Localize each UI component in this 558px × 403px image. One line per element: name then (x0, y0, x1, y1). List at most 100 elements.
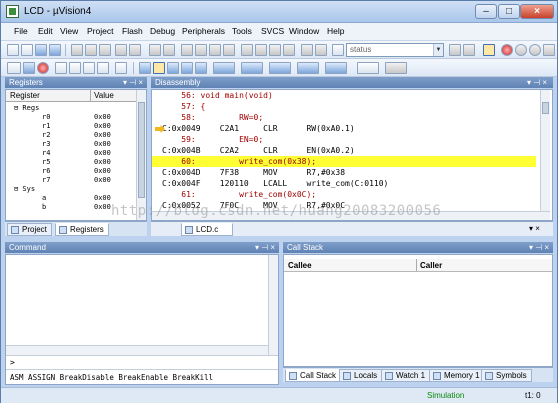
editor-tab-menu-icon[interactable]: ▾ × (529, 224, 540, 233)
register-row[interactable]: r1 0x00 (6, 122, 134, 131)
memory-window-icon[interactable] (241, 62, 263, 74)
step-out-icon[interactable] (83, 62, 95, 74)
register-row[interactable]: r0 0x00 (6, 113, 134, 122)
find-icon[interactable] (332, 44, 344, 56)
command-hscrollbar[interactable] (6, 345, 268, 355)
close-button[interactable]: × (520, 4, 554, 19)
menu-help[interactable]: Help (327, 26, 344, 36)
save-all-icon[interactable] (49, 44, 61, 56)
pin-icon[interactable]: ▾ ⊣ × (255, 242, 275, 253)
asm-line[interactable]: C:0x004B C2A2 CLR EN(0xA0.2) (152, 145, 536, 156)
cut-icon[interactable] (71, 44, 83, 56)
stop-icon[interactable] (37, 62, 49, 74)
source-line[interactable]: 57: { (152, 101, 536, 112)
maximize-button[interactable]: □ (498, 4, 520, 19)
outdent-icon[interactable] (255, 44, 267, 56)
menu-debug[interactable]: Debug (150, 26, 175, 36)
register-row[interactable]: r7 0x00 (6, 176, 134, 185)
command-input[interactable]: > (6, 355, 278, 369)
nav-forward-icon[interactable] (163, 44, 175, 56)
register-row[interactable]: r2 0x00 (6, 131, 134, 140)
register-row[interactable]: ⊟ Regs (6, 104, 134, 113)
analysis-window-icon[interactable] (297, 62, 319, 74)
callee-column-header[interactable]: Callee (288, 261, 312, 270)
source-line[interactable]: 59: EN=0; (152, 134, 536, 145)
comment-icon[interactable] (269, 44, 281, 56)
menu-svcs[interactable]: SVCS (261, 26, 284, 36)
step-over-icon[interactable] (69, 62, 81, 74)
tab-memory-1[interactable]: Memory 1 (429, 369, 485, 382)
bookmark-clear-icon[interactable] (223, 44, 235, 56)
caller-column-header[interactable]: Caller (416, 259, 442, 271)
asm-line[interactable]: C:0x0049 C2A1 CLR RW(0xA0.1) (152, 123, 536, 134)
bookmark-prev-icon[interactable] (195, 44, 207, 56)
menu-window[interactable]: Window (289, 26, 319, 36)
scrollbar-thumb[interactable] (542, 102, 549, 114)
pin-icon[interactable]: ▾ ⊣ × (529, 242, 549, 253)
disassembly-window-icon[interactable] (153, 62, 165, 74)
command-scrollbar[interactable] (268, 255, 278, 355)
paste-icon[interactable] (99, 44, 111, 56)
menu-file[interactable]: File (14, 26, 28, 36)
registers-window-icon[interactable] (181, 62, 193, 74)
find-next-icon[interactable] (449, 44, 461, 56)
breakpoint-kill-icon[interactable] (529, 44, 541, 56)
uncomment-icon[interactable] (283, 44, 295, 56)
symbols-window-icon[interactable] (167, 62, 179, 74)
configure-icon[interactable] (543, 44, 555, 56)
value-column-header[interactable]: Value (90, 90, 114, 101)
breakpoint-disable-icon[interactable] (515, 44, 527, 56)
tab-project[interactable]: Project (7, 223, 52, 236)
tab-registers[interactable]: Registers (55, 223, 109, 236)
tab-watch-1[interactable]: Watch 1 (381, 369, 431, 382)
menu-view[interactable]: View (60, 26, 78, 36)
tab-symbols[interactable]: Symbols (481, 369, 532, 382)
find-combo[interactable]: status ▼ (346, 43, 444, 57)
toolbox-icon[interactable] (385, 62, 407, 74)
registers-scrollbar[interactable] (136, 90, 146, 220)
watch-window-icon[interactable] (213, 62, 235, 74)
system-viewer-icon[interactable] (357, 62, 379, 74)
show-next-statement-icon[interactable] (115, 62, 127, 74)
register-row[interactable]: ⊟ Sys (6, 185, 134, 194)
menu-tools[interactable]: Tools (232, 26, 252, 36)
new-file-icon[interactable] (7, 44, 19, 56)
serial-window-icon[interactable] (269, 62, 291, 74)
menu-edit[interactable]: Edit (38, 26, 53, 36)
tab-locals[interactable]: Locals (339, 369, 383, 382)
debug-session-icon[interactable] (483, 44, 495, 56)
find-prev-icon[interactable] (463, 44, 475, 56)
reset-icon[interactable] (7, 62, 21, 74)
source-line[interactable]: 60: write_com(0x38); (152, 156, 536, 167)
trace-window-icon[interactable] (325, 62, 347, 74)
disassembly-scrollbar[interactable] (540, 90, 550, 212)
chevron-down-icon[interactable]: ▼ (433, 44, 443, 56)
call-stack-window-icon[interactable] (195, 62, 207, 74)
register-column-header[interactable]: Register (10, 90, 40, 101)
menu-peripherals[interactable]: Peripherals (182, 26, 225, 36)
asm-line[interactable]: C:0x004F 120110 LCALL write_com(C:0110) (152, 178, 536, 189)
copy-icon[interactable] (85, 44, 97, 56)
find-in-files-icon[interactable] (301, 44, 313, 56)
asm-line[interactable]: C:0x004D 7F38 MOV R7,#0x38 (152, 167, 536, 178)
bookmark-icon[interactable] (181, 44, 193, 56)
redo-icon[interactable] (129, 44, 141, 56)
command-window-icon[interactable] (139, 62, 151, 74)
source-line[interactable]: 61: write_com(0x0C); (152, 189, 536, 200)
tab-call-stack[interactable]: Call Stack (285, 369, 342, 382)
register-row[interactable]: r6 0x00 (6, 167, 134, 176)
source-line[interactable]: 58: RW=0; (152, 112, 536, 123)
menu-project[interactable]: Project (87, 26, 113, 36)
run-icon[interactable] (23, 62, 35, 74)
step-into-icon[interactable] (55, 62, 67, 74)
open-file-icon[interactable] (21, 44, 33, 56)
indent-icon[interactable] (241, 44, 253, 56)
register-row[interactable]: r5 0x00 (6, 158, 134, 167)
pin-icon[interactable]: ▾ ⊣ × (123, 77, 143, 88)
nav-back-icon[interactable] (149, 44, 161, 56)
bookmark-next-icon[interactable] (209, 44, 221, 56)
scrollbar-thumb[interactable] (138, 102, 145, 198)
minimize-button[interactable]: – (475, 4, 497, 19)
breakpoint-insert-icon[interactable] (501, 44, 513, 56)
incremental-find-icon[interactable] (315, 44, 327, 56)
